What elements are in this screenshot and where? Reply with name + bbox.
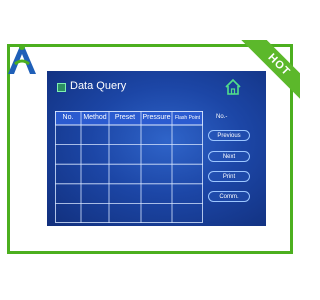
next-button[interactable]: Next: [208, 151, 250, 162]
column-header-flash-point: Flash Point: [174, 115, 200, 121]
data-table-grid: [55, 111, 203, 223]
column-header-no: No.: [62, 114, 74, 121]
page-title: Data Query: [70, 80, 127, 92]
database-icon: [57, 83, 66, 92]
comm-button[interactable]: Comm.: [208, 191, 250, 202]
brand-logo-icon: [8, 44, 36, 74]
record-number-label: No.-: [216, 114, 228, 120]
data-query-screen: Data Query No. Method Preset Pressure Fl…: [47, 71, 266, 226]
table-header-row: No. Method Preset Pressure Flash Point: [55, 111, 203, 125]
column-header-pressure: Pressure: [142, 114, 171, 121]
column-header-method: Method: [83, 114, 107, 121]
column-header-preset: Preset: [114, 114, 136, 121]
home-icon[interactable]: [224, 78, 242, 96]
previous-button[interactable]: Previous: [208, 130, 250, 141]
print-button[interactable]: Print: [208, 171, 250, 182]
